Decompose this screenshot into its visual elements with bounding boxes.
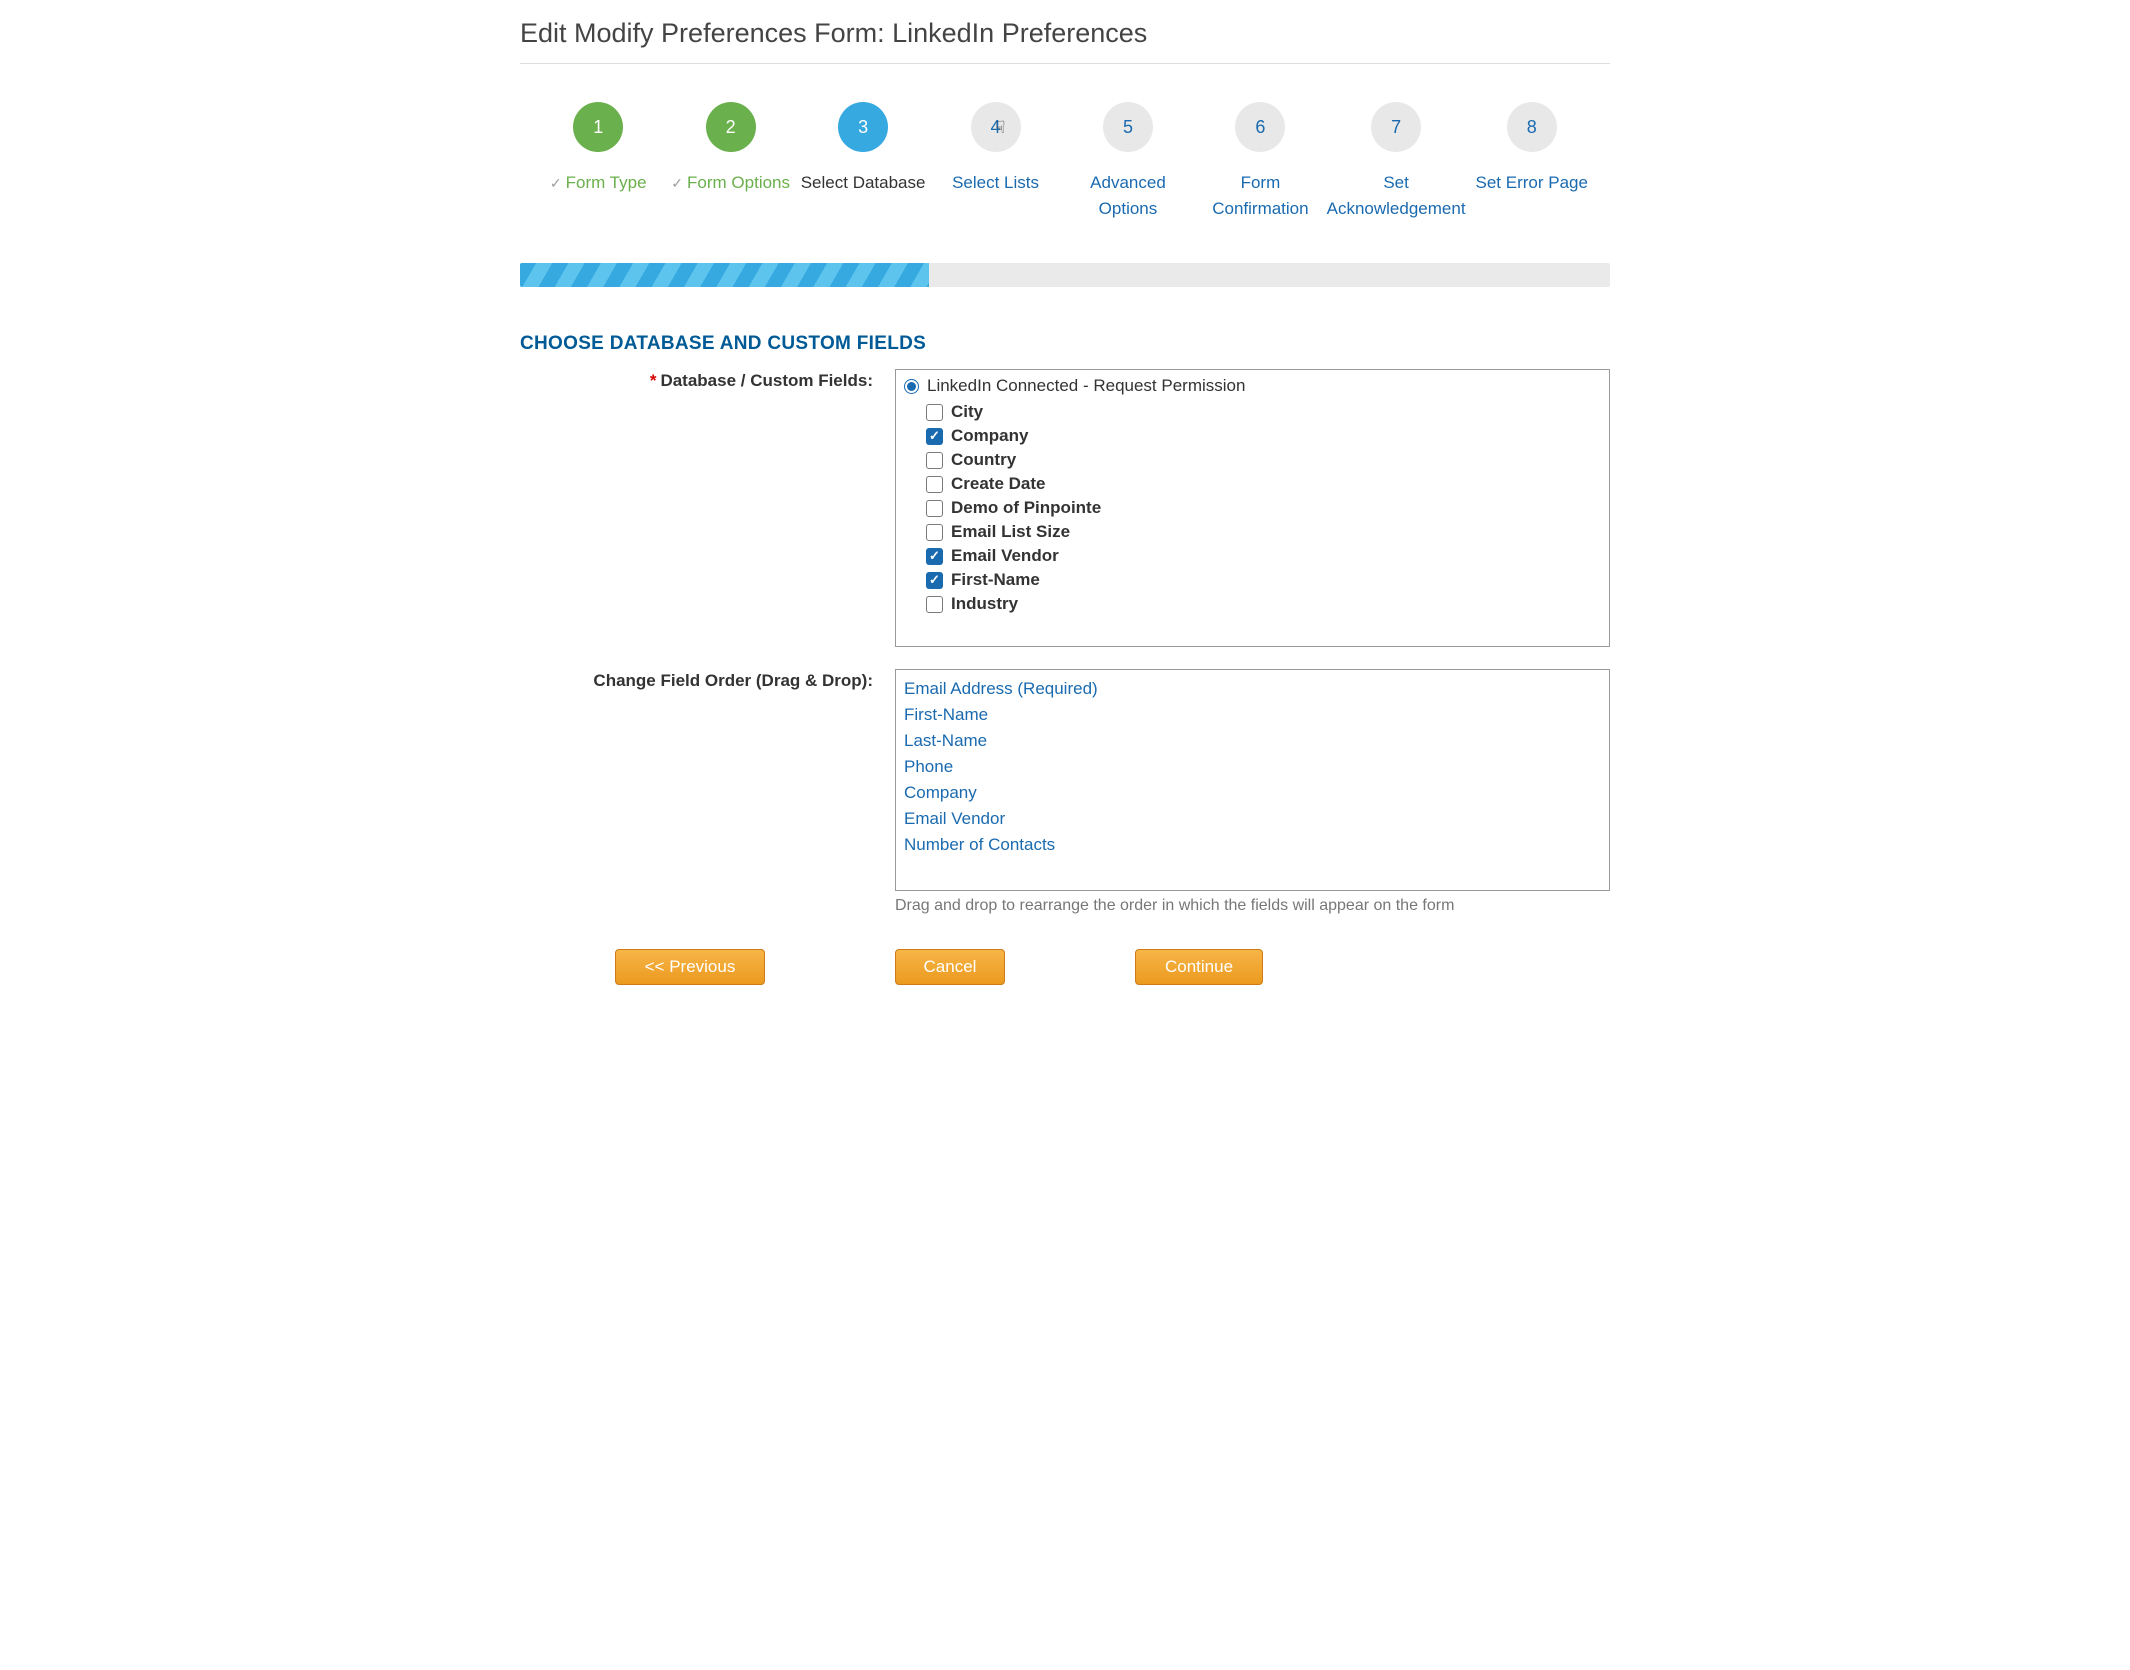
step-label: Select Lists [952, 170, 1039, 196]
checkbox[interactable] [926, 476, 943, 493]
step-label: ✓Form Options [671, 170, 790, 196]
change-order-label: Change Field Order (Drag & Drop): [520, 669, 895, 691]
database-fields-box[interactable]: LinkedIn Connected - Request Permission … [895, 369, 1610, 647]
checkbox[interactable] [926, 404, 943, 421]
field-order-item[interactable]: Number of Contacts [904, 832, 1601, 858]
section-title: Choose Database and Custom Fields [520, 333, 1610, 355]
continue-button[interactable]: Continue [1135, 949, 1263, 985]
progress-bar [520, 263, 1610, 287]
field-checkbox-row[interactable]: City [904, 400, 1601, 424]
database-radio-label: LinkedIn Connected - Request Permission [927, 376, 1245, 396]
field-checkbox-label: First-Name [951, 570, 1040, 590]
step-circle: 4 [971, 102, 1021, 152]
field-checkbox-label: Demo of Pinpointe [951, 498, 1101, 518]
checkbox[interactable] [926, 548, 943, 565]
step-1[interactable]: 1 ✓Form Type [532, 102, 664, 196]
step-label: Set Error Page [1476, 170, 1588, 196]
database-radio[interactable] [904, 379, 919, 394]
field-checkbox-label: City [951, 402, 983, 422]
step-circle: 2 [706, 102, 756, 152]
field-order-item[interactable]: Company [904, 780, 1601, 806]
checkbox[interactable] [926, 500, 943, 517]
field-order-item[interactable]: First-Name [904, 702, 1601, 728]
step-8[interactable]: 8 Set Error Page [1466, 102, 1598, 196]
check-icon: ✓ [550, 173, 562, 194]
checkbox[interactable] [926, 572, 943, 589]
field-checkbox-label: Industry [951, 594, 1018, 614]
step-7[interactable]: 7 Set Acknowledgement [1327, 102, 1466, 221]
step-label: Form Confirmation [1194, 170, 1326, 221]
page-title: Edit Modify Preferences Form: LinkedIn P… [520, 0, 1610, 64]
field-checkbox-label: Company [951, 426, 1028, 446]
step-5[interactable]: 5 Advanced Options [1062, 102, 1194, 221]
db-fields-label: *Database / Custom Fields: [520, 369, 895, 391]
step-circle: 1 [573, 102, 623, 152]
step-label: Select Database [801, 170, 926, 196]
field-checkbox-row[interactable]: Demo of Pinpointe [904, 496, 1601, 520]
required-asterisk: * [650, 371, 657, 390]
step-circle: 8 [1507, 102, 1557, 152]
step-label: ✓Form Type [550, 170, 647, 196]
check-icon: ✓ [671, 173, 683, 194]
field-order-item[interactable]: Last-Name [904, 728, 1601, 754]
checkbox[interactable] [926, 428, 943, 445]
field-order-item[interactable]: Email Address (Required) [904, 676, 1601, 702]
field-checkbox-row[interactable]: Industry [904, 592, 1601, 616]
cancel-button[interactable]: Cancel [895, 949, 1005, 985]
checkbox[interactable] [926, 596, 943, 613]
field-checkbox-label: Country [951, 450, 1016, 470]
step-3[interactable]: 3 Select Database [797, 102, 929, 196]
step-label: Set Acknowledgement [1327, 170, 1466, 221]
checkbox[interactable] [926, 524, 943, 541]
step-4[interactable]: 4 Select Lists [929, 102, 1061, 196]
field-checkbox-row[interactable]: Country [904, 448, 1601, 472]
field-checkbox-row[interactable]: Company [904, 424, 1601, 448]
field-order-box[interactable]: Email Address (Required)First-NameLast-N… [895, 669, 1610, 891]
step-circle: 3 [838, 102, 888, 152]
field-checkbox-row[interactable]: Email List Size [904, 520, 1601, 544]
step-circle: 5 [1103, 102, 1153, 152]
checkbox[interactable] [926, 452, 943, 469]
field-order-item[interactable]: Email Vendor [904, 806, 1601, 832]
field-checkbox-row[interactable]: First-Name [904, 568, 1601, 592]
drag-drop-hint: Drag and drop to rearrange the order in … [895, 897, 1610, 915]
step-circle: 7 [1371, 102, 1421, 152]
step-2[interactable]: 2 ✓Form Options [664, 102, 796, 196]
button-row: << Previous Cancel Continue [520, 949, 1610, 985]
progress-fill [520, 263, 929, 287]
field-checkbox-row[interactable]: Email Vendor [904, 544, 1601, 568]
field-checkbox-label: Create Date [951, 474, 1046, 494]
wizard-steps: 1 ✓Form Type 2 ✓Form Options 3 Select Databas… [520, 102, 1610, 221]
step-6[interactable]: 6 Form Confirmation [1194, 102, 1326, 221]
step-circle: 6 [1235, 102, 1285, 152]
previous-button[interactable]: << Previous [615, 949, 765, 985]
field-checkbox-row[interactable]: Create Date [904, 472, 1601, 496]
field-checkbox-label: Email List Size [951, 522, 1070, 542]
field-order-item[interactable]: Phone [904, 754, 1601, 780]
step-label: Advanced Options [1062, 170, 1194, 221]
database-radio-option[interactable]: LinkedIn Connected - Request Permission [904, 376, 1601, 396]
field-checkbox-label: Email Vendor [951, 546, 1059, 566]
